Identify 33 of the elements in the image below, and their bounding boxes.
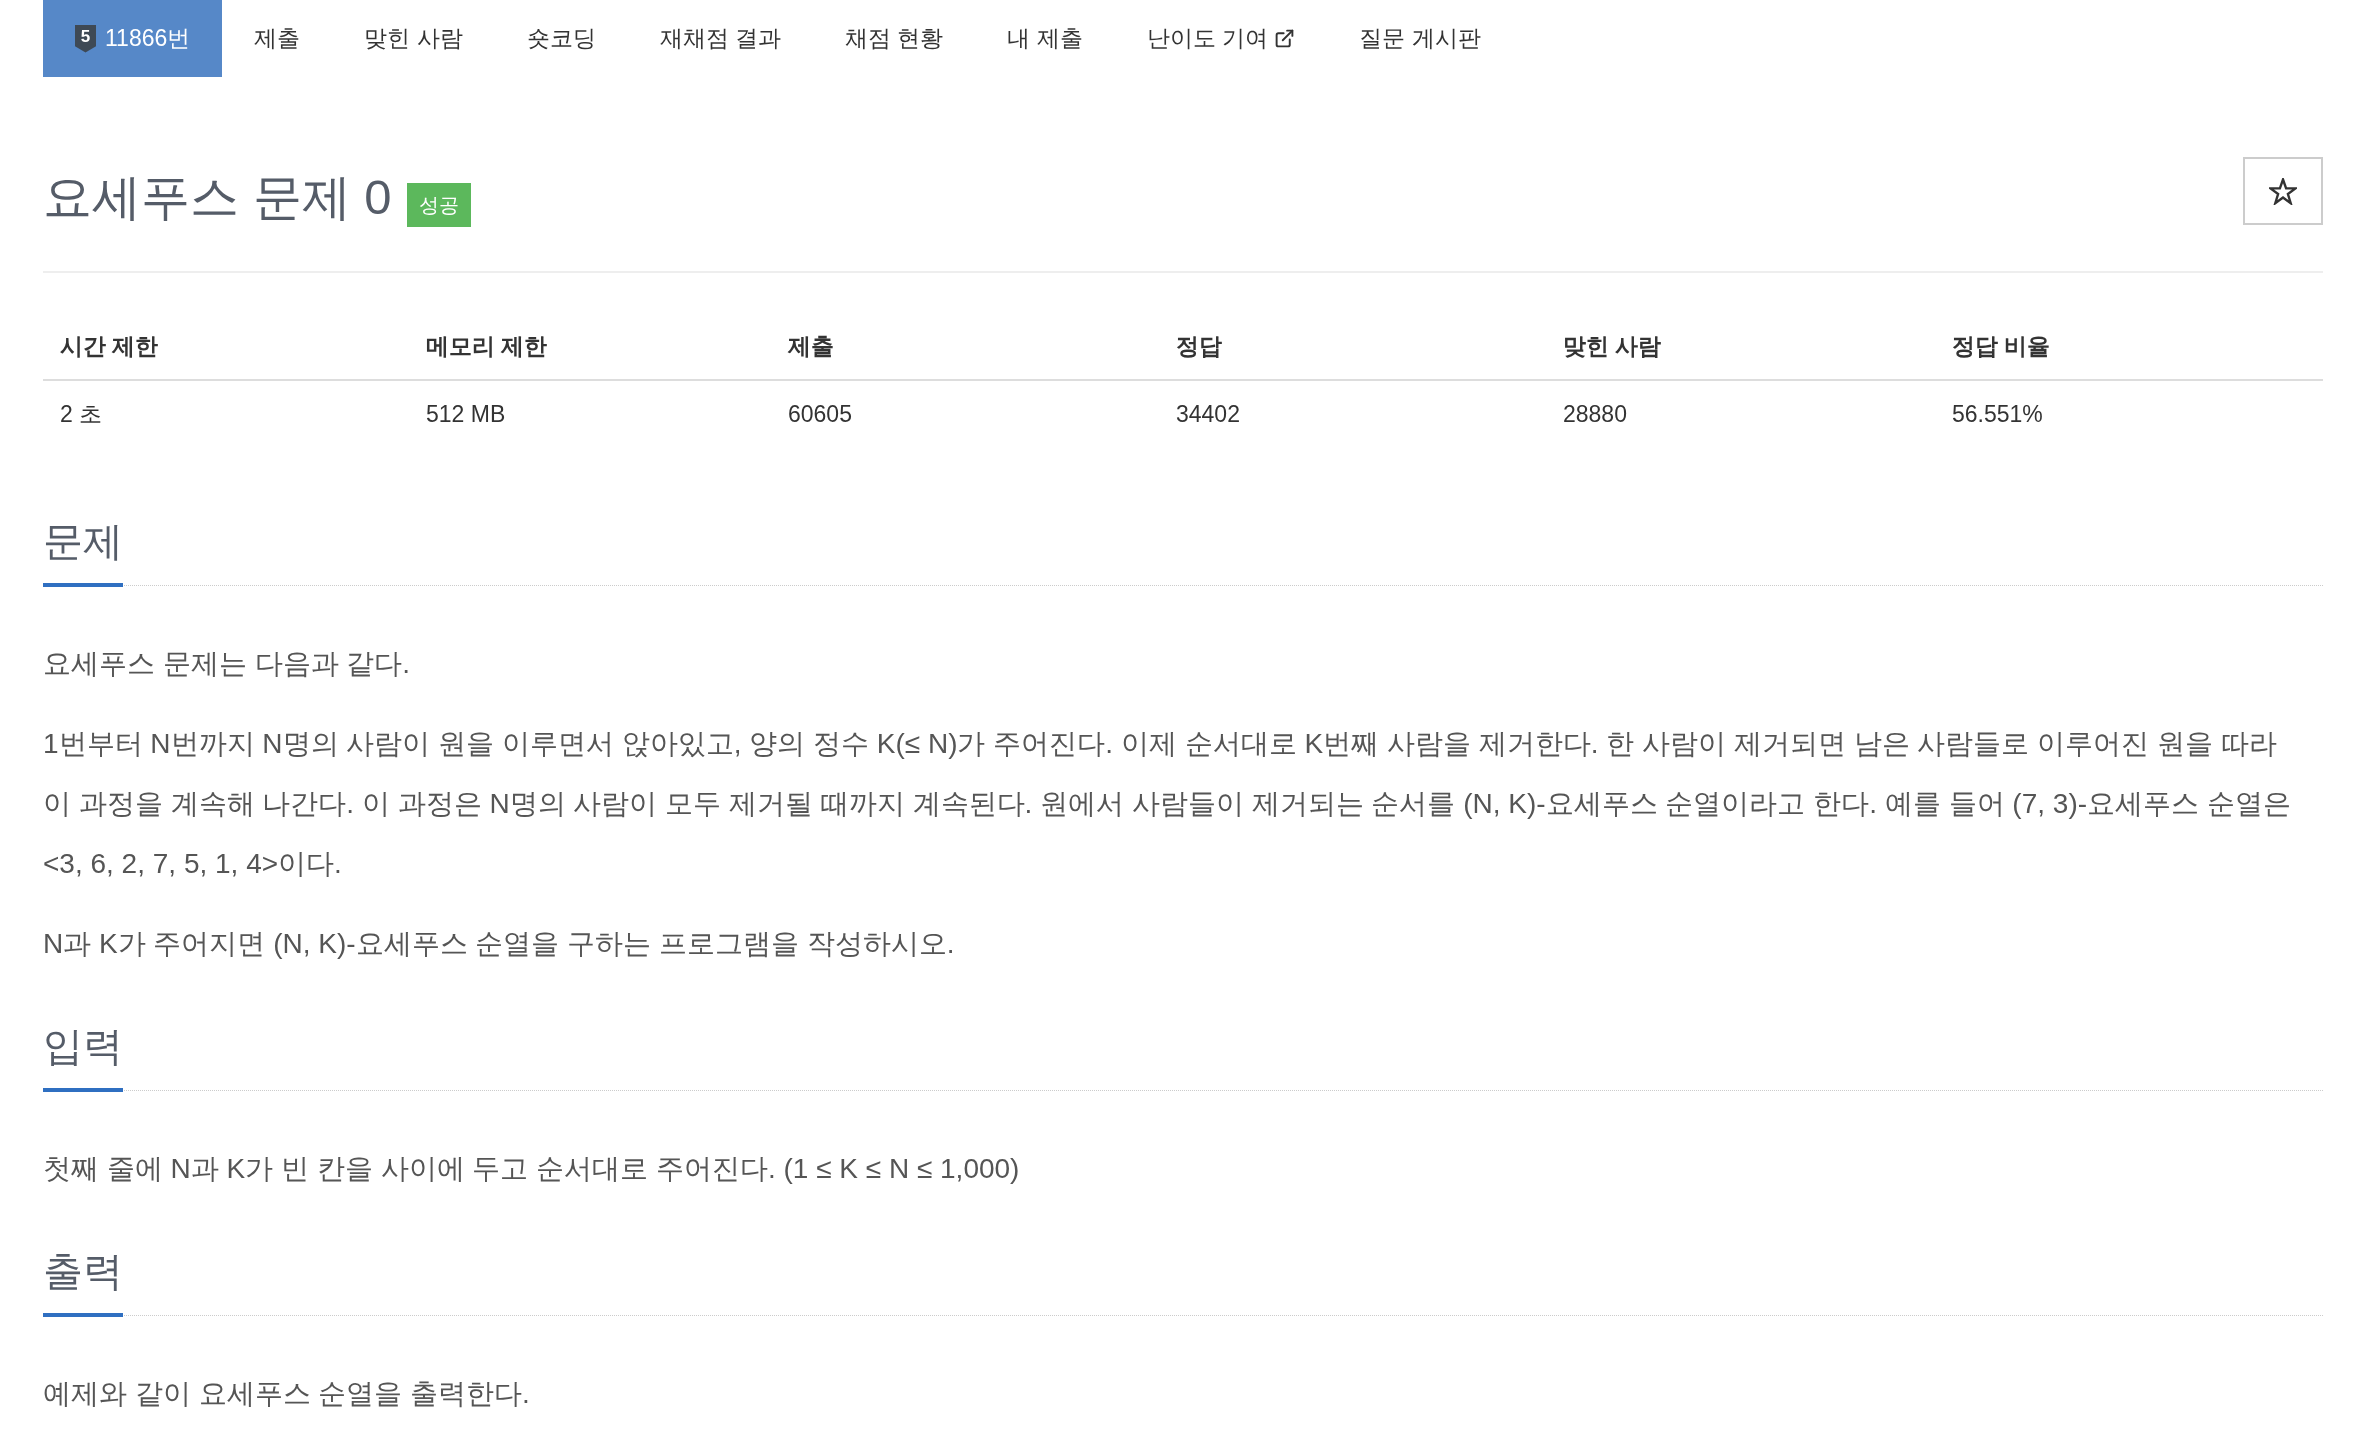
table-cell: 60605 (771, 380, 1159, 447)
table-cell: 34402 (1159, 380, 1546, 447)
problem-title: 요세푸스 문제 0 (43, 169, 392, 226)
paragraph: 첫째 줄에 N과 K가 빈 칸을 사이에 두고 순서대로 주어진다. (1 ≤ K ≤ N ≤ 1,000) (43, 1152, 1021, 1186)
column-header: 정답 비율 (1935, 313, 2323, 380)
status-badge: 성공 (407, 183, 472, 227)
table-cell: 28880 (1546, 380, 1935, 447)
table-cell: 2 초 (43, 380, 409, 447)
column-header: 맞힌 사람 (1546, 313, 1935, 380)
table-cell: 56.551% (1935, 380, 2323, 447)
tab[interactable]: 난이도 기여 (1114, 0, 1328, 77)
tab[interactable]: 제출 (222, 0, 333, 77)
tab[interactable]: 맞힌 사람 (332, 0, 495, 77)
paragraph: 요세푸스 문제는 다음과 같다. (43, 647, 412, 681)
column-header: 시간 제한 (43, 313, 409, 380)
section-heading: 입력 (43, 1024, 123, 1092)
paragraph: 1번부터 N번까지 N명의 사람이 원을 이루면서 앉아있고, 양의 정수 K(≤ N)가 주어진다. 이제 순서대로 K번째 사람을 제거한다. 한 사람이 제거되면 남은 사람들로 이루어진 원을 따라 이 과정을 계속해 나간다. 이 과정은 N명의 사람이 모두 제거될 때까지 계속된다. 원에서 사람들이 제거되는 순서를 (N, K)-요세푸스 순열이라고 한다. 예를 들어 (7, 3)-요세푸스 순열은 <3, 6, 2, 7, 5, 1, 4>이다. (43, 727, 2292, 881)
tab[interactable]: 5 11866번 (43, 0, 223, 77)
column-header: 제출 (771, 313, 1159, 380)
paragraph: 예제와 같이 요세푸스 순열을 출력한다. (43, 1377, 531, 1411)
favorite-button[interactable] (2243, 157, 2323, 225)
column-header: 메모리 제한 (409, 313, 771, 380)
table-cell: 512 MB (409, 380, 771, 447)
tab[interactable]: 숏코딩 (494, 0, 628, 77)
tab[interactable]: 재채점 결과 (627, 0, 814, 77)
tab[interactable]: 질문 게시판 (1327, 0, 1513, 77)
tier-badge: 5 (75, 24, 96, 53)
tab[interactable]: 내 제출 (975, 0, 1115, 77)
tab[interactable]: 채점 현황 (813, 0, 976, 77)
section-heading: 문제 (43, 519, 123, 587)
paragraph: N과 K가 주어지면 (N, K)-요세푸스 순열을 구하는 프로그램을 작성하시오. (43, 927, 956, 961)
column-header: 정답 (1159, 313, 1546, 380)
section-heading: 출력 (43, 1249, 123, 1317)
